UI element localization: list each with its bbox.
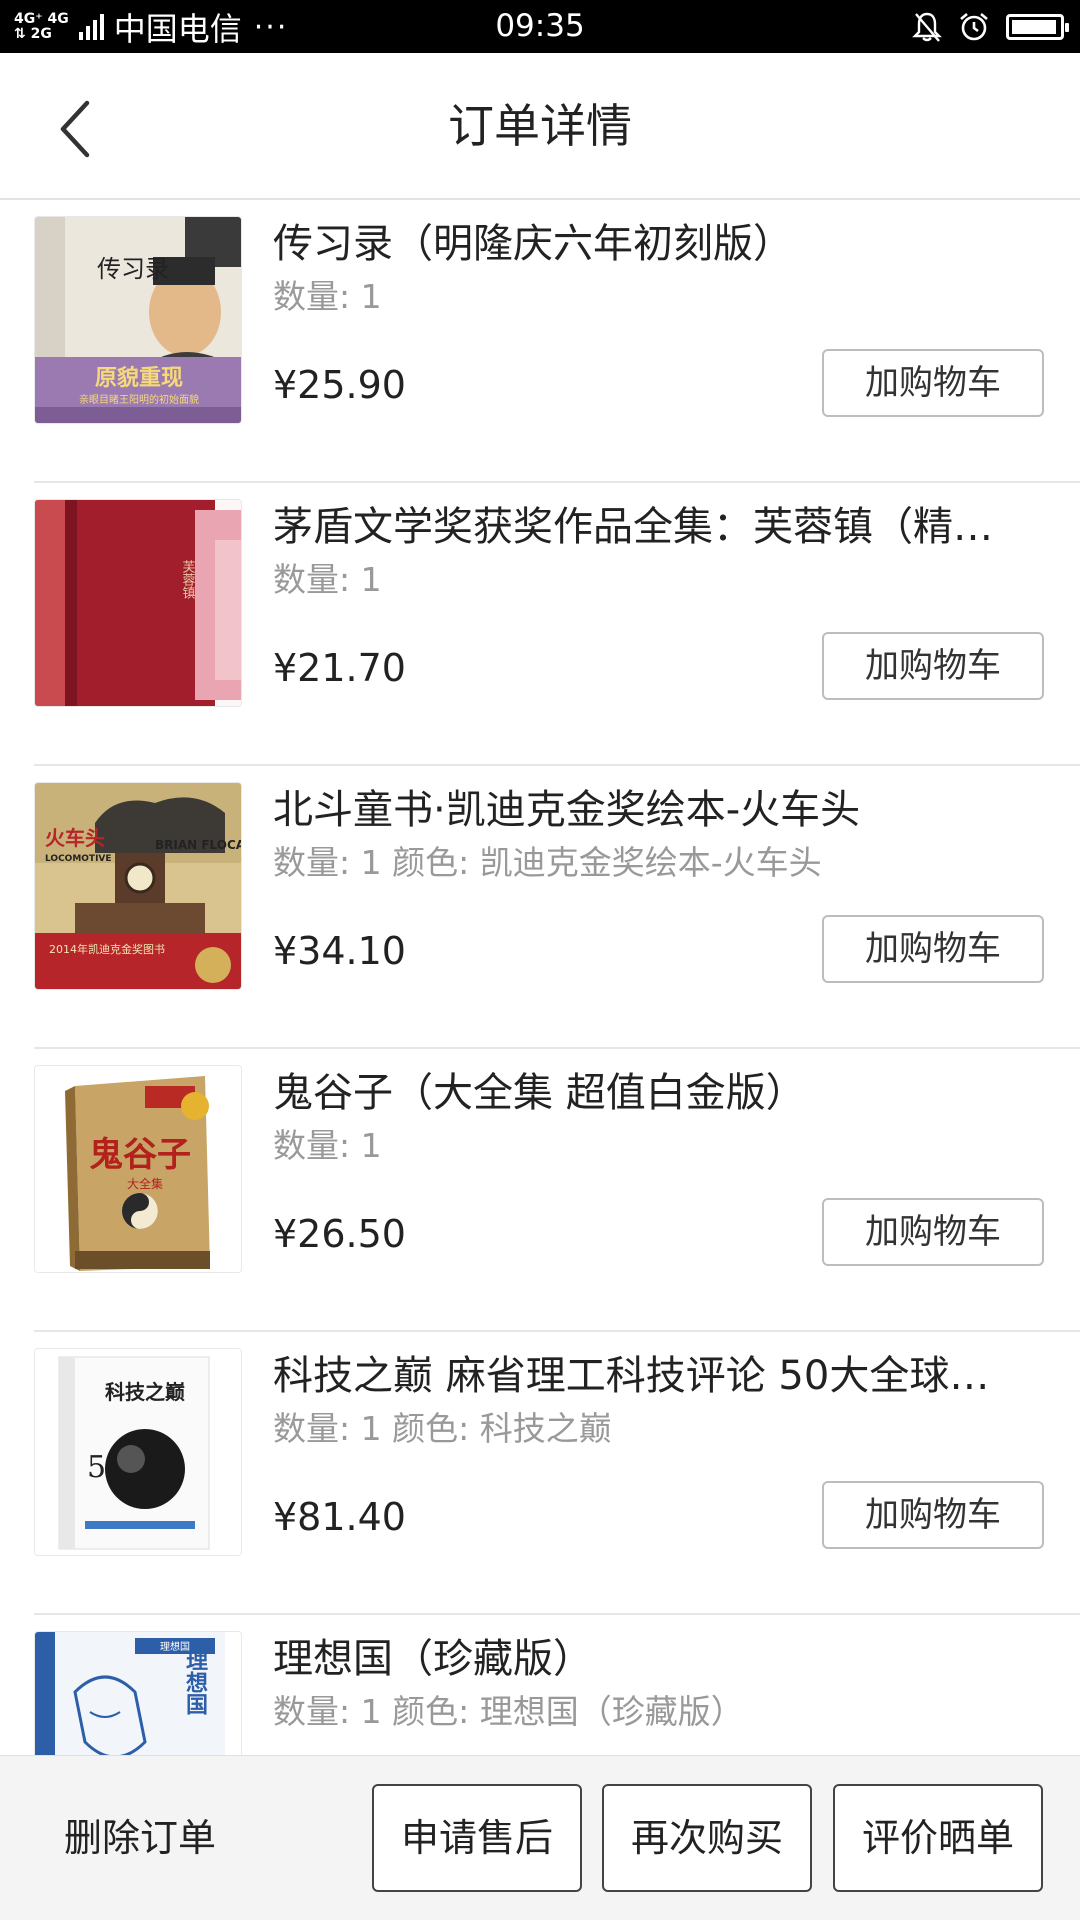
book-cover-image[interactable]: 科技之巅 5 [34, 1348, 242, 1556]
delete-order-button[interactable]: 删除订单 [64, 1756, 216, 1920]
item-title[interactable]: 茅盾文学奖获奖作品全集：芙蓉镇（精… [273, 497, 1040, 557]
item-price: ¥21.70 [273, 646, 406, 690]
cover-title: 科技之巅 [105, 1380, 185, 1404]
cover-banner: 2014年凯迪克金奖图书 [49, 942, 165, 956]
add-to-cart-button[interactable]: 加购物车 [822, 632, 1044, 700]
battery-level [1012, 19, 1056, 34]
add-to-cart-button[interactable]: 加购物车 [822, 349, 1044, 417]
book-cover-image[interactable]: 传习录 原貌重现 亲眼目睹王阳明的初始面貌 [34, 216, 242, 424]
cover-title: 火车头 [45, 826, 105, 850]
item-quantity-color: 数量: 1 颜色: 科技之巅 [273, 1409, 612, 1448]
order-item-list: 传习录 原貌重现 亲眼目睹王阳明的初始面貌 传习录（明隆庆六年初刻版） 数量: … [0, 200, 1080, 1755]
cover-title: 理想国 [182, 1649, 208, 1716]
item-price: ¥34.10 [273, 929, 406, 973]
status-right [912, 0, 1069, 53]
battery-icon [1006, 13, 1069, 40]
item-title[interactable]: 鬼谷子（大全集 超值白金版） [273, 1063, 1040, 1123]
buy-again-button[interactable]: 再次购买 [602, 1784, 812, 1892]
alarm-clock-icon [960, 12, 988, 40]
item-title[interactable]: 理想国（珍藏版） [273, 1629, 1040, 1689]
item-price: ¥25.90 [273, 363, 406, 407]
order-item: 理想国 理想国 理想国（珍藏版） 数量: 1 颜色: 理想国（珍藏版） [0, 1615, 1080, 1755]
add-to-cart-button[interactable]: 加购物车 [822, 1198, 1044, 1266]
book-cover-image[interactable]: 火车头 LOCOMOTIVE BRIAN FLOCA 2014年凯迪克金奖图书 [34, 782, 242, 990]
order-item: 芙蓉镇 茅盾文学奖获奖作品全集：芙蓉镇（精… 数量: 1 ¥21.70 加购物车 [0, 483, 1080, 766]
order-item: 鬼谷子 大全集 鬼谷子（大全集 超值白金版） 数量: 1 ¥26.50 加购物车 [0, 1049, 1080, 1332]
apply-after-sales-button[interactable]: 申请售后 [372, 1784, 582, 1892]
order-item: 火车头 LOCOMOTIVE BRIAN FLOCA 2014年凯迪克金奖图书 … [0, 766, 1080, 1049]
cover-title: 芙蓉镇 [180, 560, 196, 599]
item-quantity: 数量: 1 [273, 560, 382, 599]
status-bar: 4G⁺ 4G ⇅ 2G 中国电信 ··· 09:35 [0, 0, 1080, 53]
bell-muted-icon [912, 12, 942, 42]
header: 订单详情 [0, 53, 1080, 200]
item-title[interactable]: 科技之巅 麻省理工科技评论 50大全球… [273, 1346, 1040, 1406]
book-cover-image[interactable]: 理想国 理想国 [34, 1631, 242, 1755]
review-button[interactable]: 评价晒单 [833, 1784, 1043, 1892]
bottom-action-bar: 删除订单 申请售后 再次购买 评价晒单 [0, 1755, 1080, 1920]
item-title[interactable]: 北斗童书·凯迪克金奖绘本-火车头 [273, 780, 1040, 840]
book-cover-image[interactable]: 鬼谷子 大全集 [34, 1065, 242, 1273]
cover-title: 传习录 [97, 255, 169, 283]
item-price: ¥81.40 [273, 1495, 406, 1539]
cover-banner: 原貌重现 [95, 365, 183, 391]
page-title: 订单详情 [448, 99, 632, 153]
cover-title: 鬼谷子 [89, 1135, 191, 1175]
add-to-cart-button[interactable]: 加购物车 [822, 1481, 1044, 1549]
order-item: 科技之巅 5 科技之巅 麻省理工科技评论 50大全球… 数量: 1 颜色: 科技… [0, 1332, 1080, 1615]
item-quantity: 数量: 1 [273, 1126, 382, 1165]
item-quantity-color: 数量: 1 颜色: 理想国（珍藏版） [273, 1692, 744, 1731]
cover-subtitle: 亲眼目睹王阳明的初始面貌 [79, 393, 199, 406]
item-quantity: 数量: 1 [273, 277, 382, 316]
order-item: 传习录 原貌重现 亲眼目睹王阳明的初始面貌 传习录（明隆庆六年初刻版） 数量: … [0, 200, 1080, 483]
cover-subtitle: 大全集 [127, 1176, 163, 1191]
cover-author: BRIAN FLOCA [155, 838, 242, 852]
cover-title-en: LOCOMOTIVE [45, 854, 112, 864]
item-title[interactable]: 传习录（明隆庆六年初刻版） [273, 214, 1040, 274]
svg-text:5: 5 [87, 1450, 106, 1485]
item-price: ¥26.50 [273, 1212, 406, 1256]
add-to-cart-button[interactable]: 加购物车 [822, 915, 1044, 983]
item-quantity-color: 数量: 1 颜色: 凯迪克金奖绘本-火车头 [273, 843, 822, 882]
book-cover-image[interactable]: 芙蓉镇 [34, 499, 242, 707]
